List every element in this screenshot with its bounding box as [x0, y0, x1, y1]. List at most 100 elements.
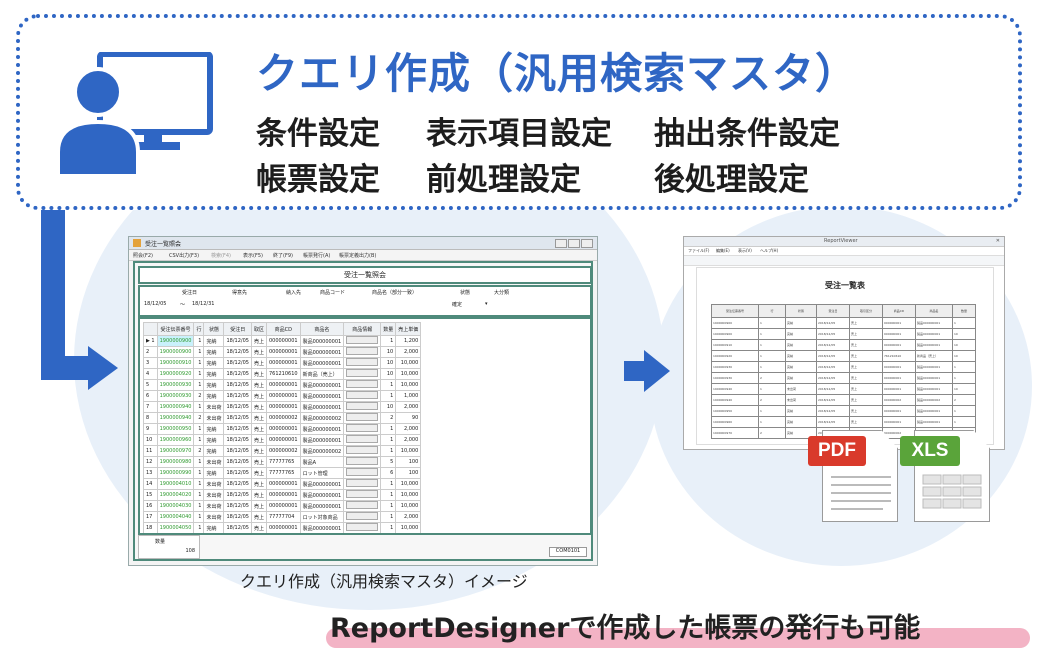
report-cell: 2018/12/05 [816, 317, 850, 329]
product-info-button[interactable] [343, 401, 382, 413]
product-info-button-face[interactable] [346, 479, 379, 487]
product-info-button[interactable] [344, 534, 381, 536]
product-info-button-face[interactable] [346, 347, 379, 355]
date-from-input[interactable]: 18/12/05 [144, 301, 166, 307]
order-date-cell: 18/12/05 [223, 478, 252, 490]
menu-item-csv-export[interactable]: CSV出力(F3) [169, 252, 199, 259]
menu-item-query[interactable]: 照会(F2) [133, 252, 153, 259]
close-icon[interactable]: ✕ [996, 238, 1000, 244]
product-info-button-face[interactable] [346, 358, 379, 366]
table-row[interactable]: 11 1900000970 2 完納 18/12/05 売上 000000002 製品0000… [143, 445, 422, 457]
product-info-button[interactable] [343, 412, 382, 424]
column-header[interactable]: 商品CD [265, 322, 301, 336]
table-row[interactable]: 17 1900004040 1 未出荷 18/12/05 売上 77777704 ロット対象商… [143, 511, 422, 523]
column-header[interactable]: 商品名 [299, 322, 345, 336]
product-info-button[interactable] [343, 335, 382, 347]
column-header[interactable]: 状態 [203, 322, 225, 336]
product-info-button[interactable] [343, 390, 382, 402]
product-info-button[interactable] [343, 434, 382, 446]
product-info-button[interactable] [343, 456, 382, 468]
product-info-button[interactable] [343, 478, 382, 490]
status-select[interactable]: 確定 [452, 301, 462, 308]
report-menu-view[interactable]: 表示(V) [738, 248, 752, 254]
table-row[interactable]: 6 1900000930 2 完納 18/12/05 売上 000000001 製品00000… [143, 390, 422, 402]
table-row[interactable]: 5 1900000930 1 完納 18/12/05 売上 000000001 製品00000… [143, 379, 422, 391]
date-to-input[interactable]: 18/12/31 [192, 301, 214, 307]
report-cell: 製品000000001 [915, 383, 953, 395]
column-header[interactable]: 受注伝票番号 [156, 322, 195, 336]
column-header[interactable]: 売上単価 [395, 322, 422, 336]
column-header[interactable]: 行 [193, 322, 205, 336]
product-info-button[interactable] [343, 511, 382, 523]
row-number: 6 [143, 390, 158, 402]
report-row: 1900000950 1 完納 2018/12/05 売上 000000001 製品0000… [711, 405, 976, 417]
table-row[interactable]: 18 1900004050 1 完納 18/12/05 売上 000000001 製品0000… [143, 522, 422, 533]
product-info-button[interactable] [343, 357, 382, 369]
product-info-button-face[interactable] [346, 457, 379, 465]
product-info-button[interactable] [343, 467, 382, 479]
product-info-button-face[interactable] [346, 468, 379, 476]
table-row[interactable]: 10 1900000960 1 完納 18/12/05 売上 000000001 製品0000… [143, 434, 422, 446]
table-row[interactable]: 14 1900004010 1 未出荷 18/12/05 売上 000000001 製品000… [143, 478, 422, 490]
chevron-down-icon[interactable]: ▾ [485, 301, 488, 307]
column-header[interactable]: 商品情報 [343, 322, 382, 336]
report-cell: 000000001 [882, 317, 916, 329]
minimize-button[interactable] [555, 239, 567, 248]
menu-item-form-def-export[interactable]: 帳票定義出力(B) [339, 252, 376, 259]
product-info-button-face[interactable] [346, 501, 379, 509]
product-info-button[interactable] [343, 346, 382, 358]
product-info-button-face[interactable] [346, 424, 379, 432]
product-info-button[interactable] [343, 368, 382, 380]
product-info-button[interactable] [343, 522, 382, 533]
product-code-cell: 000000001 [265, 434, 301, 446]
product-info-button[interactable] [343, 423, 382, 435]
table-row[interactable]: 13 1900000990 1 完納 18/12/05 売上 77777765 ロット管理 6 1… [143, 467, 422, 479]
product-info-button[interactable] [343, 500, 382, 512]
product-info-button[interactable] [343, 445, 382, 457]
menu-item-issue-form[interactable]: 帳票発行(A) [303, 252, 330, 259]
report-menu-edit[interactable]: 編集(E) [716, 248, 730, 254]
table-row[interactable]: 15 1900004020 1 未出荷 18/12/05 売上 000000001 製品000… [143, 489, 422, 501]
product-info-button-face[interactable] [346, 391, 379, 399]
column-header[interactable]: 受注日 [223, 322, 252, 336]
order-number-cell: 1900004050 [156, 522, 195, 533]
menu-item-exit[interactable]: 終了(F9) [273, 252, 293, 259]
menu-item-display[interactable]: 表示(F5) [243, 252, 263, 259]
report-row: 1900000960 1 完納 2018/12/05 売上 000000001 製品0000… [711, 416, 976, 428]
product-info-button-face[interactable] [346, 336, 379, 344]
feature-form-settings: 帳票設定 [256, 162, 380, 198]
product-info-button-face[interactable] [346, 523, 379, 531]
table-row[interactable]: ▶ 1 1900000900 1 完納 18/12/05 売上 000000001 製品000… [143, 335, 422, 347]
product-info-button-face[interactable] [346, 490, 379, 498]
quantity-cell: 1 [380, 478, 397, 490]
transaction-type-cell: 売上 [250, 335, 267, 347]
table-row[interactable]: 8 1900000940 2 未出荷 18/12/05 売上 000000002 製品0000… [143, 412, 422, 424]
product-info-button-face[interactable] [346, 380, 379, 388]
product-info-button-face[interactable] [346, 534, 378, 535]
product-info-button[interactable] [343, 379, 382, 391]
product-info-button-face[interactable] [346, 446, 379, 454]
table-row[interactable]: 12 1900000980 1 未出荷 18/12/05 売上 77777765 製品A 5 10… [143, 456, 422, 468]
table-row[interactable]: 3 1900000910 1 完納 18/12/05 売上 000000001 製品00000… [143, 357, 422, 369]
column-header[interactable]: 数量 [380, 322, 397, 336]
product-info-button-face[interactable] [346, 413, 379, 421]
close-button[interactable] [581, 239, 593, 248]
maximize-button[interactable] [568, 239, 580, 248]
menu-item-search[interactable]: 検索(F4) [211, 252, 231, 259]
table-row[interactable]: 9 1900000950 1 完納 18/12/05 売上 000000001 製品00000… [143, 423, 422, 435]
product-info-button-face[interactable] [346, 369, 379, 377]
product-info-button[interactable] [343, 489, 382, 501]
report-cell: 2018/12/05 [816, 416, 850, 428]
column-header[interactable]: 取区 [250, 322, 267, 336]
table-row[interactable]: 4 1900000920 1 完納 18/12/05 売上 761210610 新商品（売上）… [143, 368, 422, 380]
table-row[interactable]: 2 1900000900 1 完納 18/12/05 売上 000000001 製品00000… [143, 346, 422, 358]
unit-price-cell: 10,000 [395, 379, 422, 391]
product-info-button-face[interactable] [346, 435, 379, 443]
order-date-cell: 18/12/05 [223, 335, 252, 347]
report-menu-file[interactable]: ファイル(F) [688, 248, 709, 254]
table-row[interactable]: 7 1900000940 1 未出荷 18/12/05 売上 000000001 製品0000… [143, 401, 422, 413]
product-info-button-face[interactable] [346, 402, 379, 410]
product-info-button-face[interactable] [346, 512, 379, 520]
report-menu-help[interactable]: ヘルプ(H) [760, 248, 778, 254]
table-row[interactable]: 16 1900004030 1 未出荷 18/12/05 売上 000000001 製品000… [143, 500, 422, 512]
